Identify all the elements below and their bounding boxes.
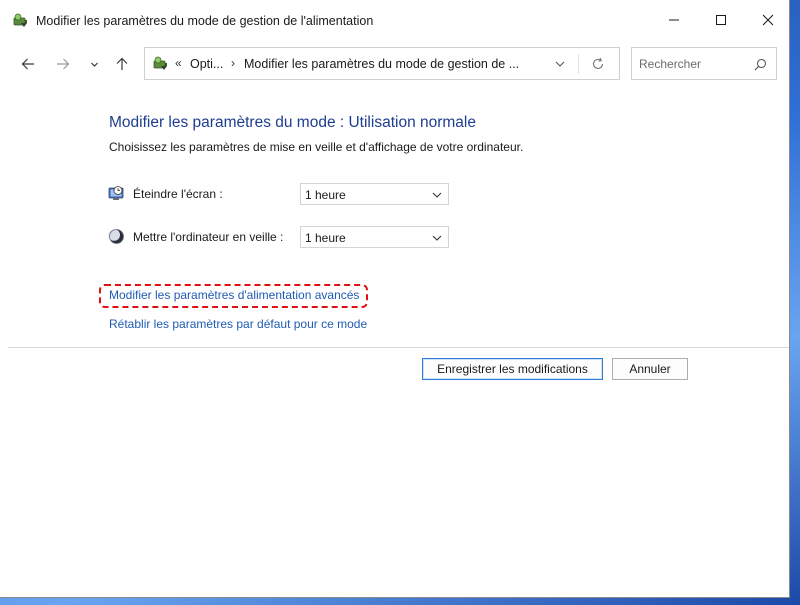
up-button[interactable]: [110, 52, 134, 76]
sleep-label: Mettre l'ordinateur en veille :: [133, 230, 284, 244]
advanced-settings-link[interactable]: Modifier les paramètres d'alimentation a…: [109, 288, 359, 302]
sleep-value: 1 heure: [305, 231, 346, 245]
address-bar[interactable]: « Opti... › Modifier les paramètres du m…: [144, 47, 620, 80]
title-bar: Modifier les paramètres du mode de gesti…: [0, 0, 789, 42]
search-input[interactable]: [639, 55, 749, 73]
display-off-value: 1 heure: [305, 188, 346, 202]
navigation-bar: « Opti... › Modifier les paramètres du m…: [0, 42, 789, 86]
page-subtitle: Choisissez les paramètres de mise en vei…: [109, 140, 524, 154]
cancel-button[interactable]: Annuler: [612, 358, 688, 380]
window: Modifier les paramètres du mode de gesti…: [0, 0, 790, 598]
sleep-moon-icon: [108, 229, 124, 244]
breadcrumb-current[interactable]: Modifier les paramètres du mode de gesti…: [244, 57, 519, 71]
maximize-icon: [716, 15, 726, 25]
refresh-icon[interactable]: [591, 57, 605, 71]
chevron-down-icon: [90, 62, 98, 67]
address-divider: [578, 54, 579, 74]
address-history-chevron-icon[interactable]: [554, 58, 566, 70]
close-icon: [762, 14, 774, 26]
content-divider: [8, 347, 789, 348]
restore-defaults-link[interactable]: Rétablir les paramètres par défaut pour …: [109, 317, 367, 331]
chevron-down-icon: [432, 235, 442, 241]
sleep-select[interactable]: 1 heure: [300, 226, 449, 248]
main-content: Modifier les paramètres du mode : Utilis…: [0, 86, 789, 597]
power-options-icon: [153, 56, 167, 70]
arrow-left-icon: [21, 58, 34, 70]
recent-locations-button[interactable]: [82, 52, 106, 76]
minimize-button[interactable]: [651, 0, 697, 40]
power-options-icon: [13, 13, 27, 27]
arrow-right-icon: [57, 58, 70, 70]
search-icon[interactable]: [754, 58, 767, 71]
breadcrumb-separator[interactable]: ›: [231, 56, 235, 70]
forward-button[interactable]: [51, 52, 75, 76]
minimize-icon: [669, 19, 679, 21]
page-title: Modifier les paramètres du mode : Utilis…: [109, 114, 476, 131]
display-off-label: Éteindre l'écran :: [133, 187, 223, 201]
back-button[interactable]: [16, 52, 40, 76]
chevron-down-icon: [432, 192, 442, 198]
display-clock-icon: [108, 186, 124, 200]
window-title: Modifier les paramètres du mode de gesti…: [36, 14, 374, 28]
breadcrumb-power-options[interactable]: Opti...: [190, 57, 223, 71]
close-button[interactable]: [745, 0, 789, 40]
maximize-button[interactable]: [698, 0, 744, 40]
address-overflow[interactable]: «: [175, 56, 182, 70]
save-changes-button[interactable]: Enregistrer les modifications: [422, 358, 603, 380]
arrow-up-icon: [116, 57, 128, 70]
display-off-select[interactable]: 1 heure: [300, 183, 449, 205]
search-box[interactable]: [631, 47, 777, 80]
